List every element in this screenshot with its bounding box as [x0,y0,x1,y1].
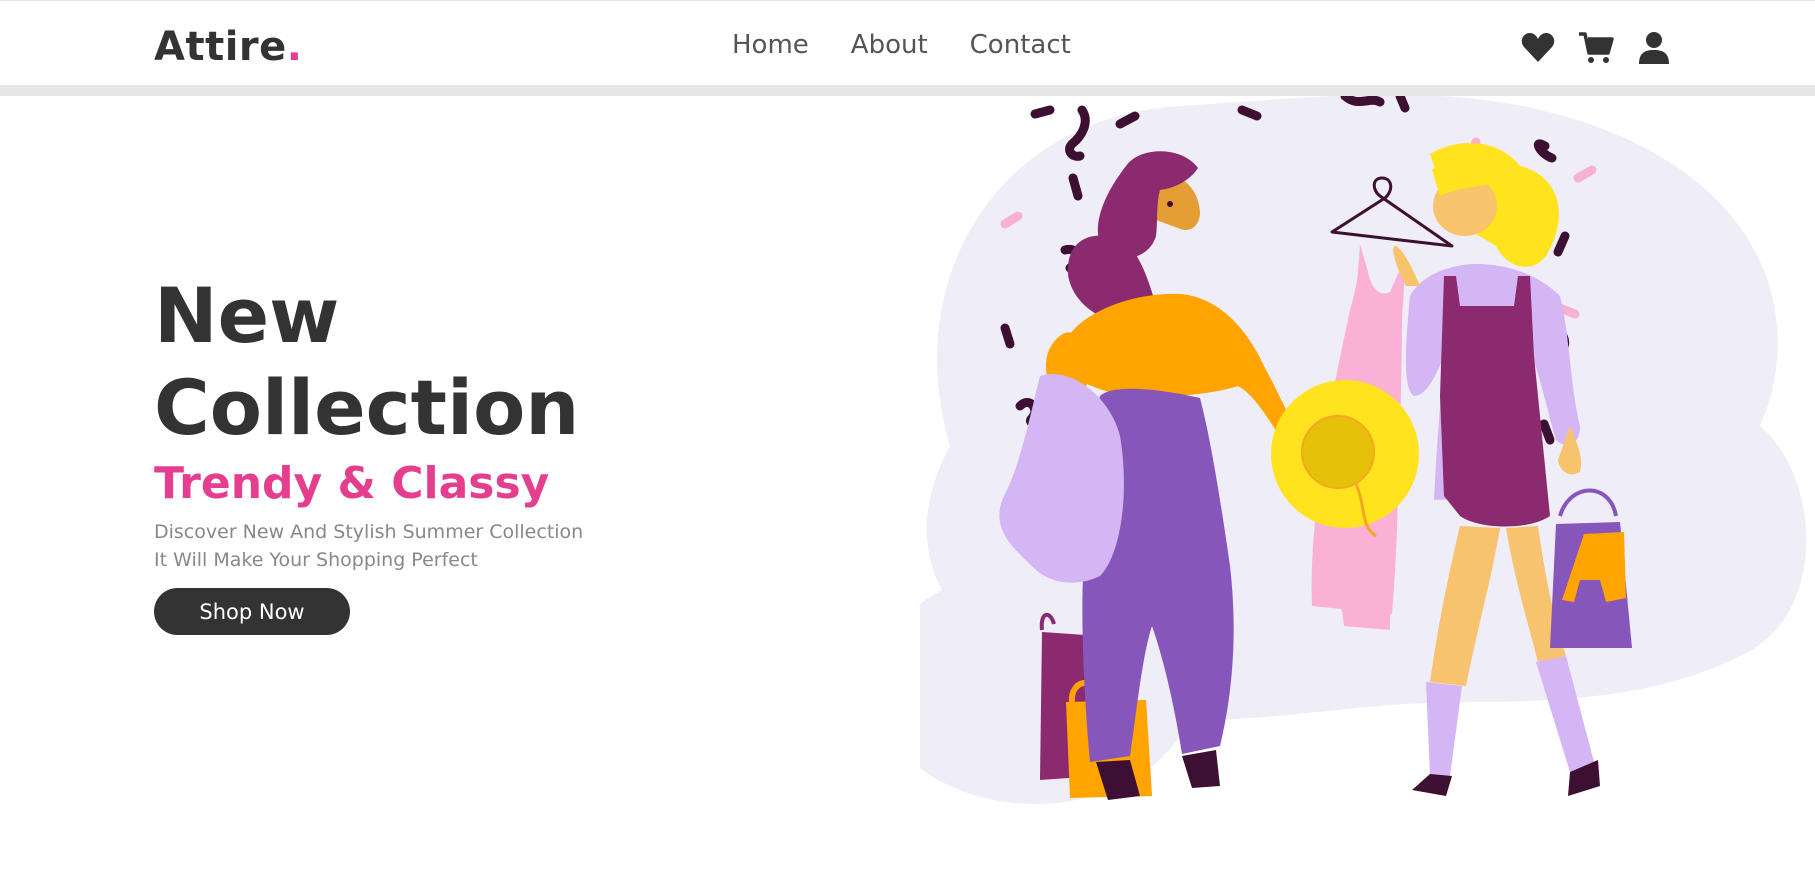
nav-link-contact[interactable]: Contact [970,30,1071,60]
cart-icon[interactable] [1578,30,1614,66]
brand-logo[interactable]: Attire. [154,24,302,70]
user-icon[interactable] [1636,30,1672,66]
hero-title-line2: Collection [154,363,580,452]
heart-icon[interactable] [1520,30,1556,66]
hero-illustration [920,96,1807,804]
hero-desc-line2: It Will Make Your Shopping Perfect [154,549,478,571]
shop-now-button[interactable]: Shop Now [154,588,350,635]
top-divider [0,0,1815,1]
hero-section: New Collection Trendy & Classy Discover … [154,270,583,635]
hero-description: Discover New And Stylish Summer Collecti… [154,518,583,574]
hero-title: New Collection [154,270,583,454]
main-nav: Home About Contact [732,30,1071,60]
navbar: Attire. Home About Contact [0,0,1815,96]
brand-name: Attire [154,24,287,70]
nav-icons [1520,30,1672,66]
nav-link-home[interactable]: Home [732,30,809,60]
brand-dot: . [286,24,303,70]
hero-subtitle: Trendy & Classy [154,458,550,509]
hero-desc-line1: Discover New And Stylish Summer Collecti… [154,521,584,543]
hero-title-line1: New [154,271,340,360]
nav-link-about[interactable]: About [851,30,928,60]
